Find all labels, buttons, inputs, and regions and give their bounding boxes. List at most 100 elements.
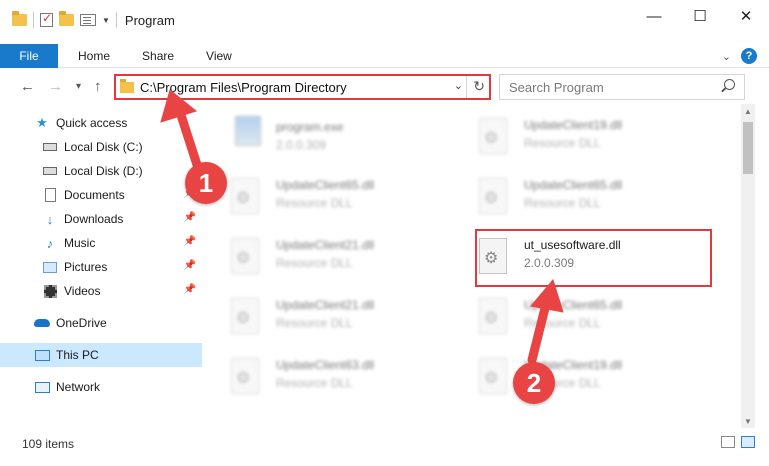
sidebar-item-this-pc[interactable]: This PC [0, 343, 202, 367]
folder-icon [120, 78, 134, 93]
file-item[interactable]: UpdateClient19.dll Resource DLL [453, 350, 693, 402]
videos-icon [42, 284, 58, 298]
tab-home[interactable]: Home [58, 49, 126, 63]
address-bar[interactable]: C:\Program Files\Program Directory ⌄ ↻ [114, 74, 491, 100]
navigation-pane: ★ Quick access Local Disk (C:) Local Dis… [0, 108, 204, 428]
pin-icon[interactable]: 📌 [184, 212, 196, 223]
help-icon[interactable]: ? [741, 48, 757, 64]
sidebar-item-label: Pictures [64, 260, 108, 274]
dll-file-icon [479, 358, 507, 394]
item-count: 109 items [22, 437, 75, 451]
file-name: UpdateClient65.dll [276, 178, 375, 192]
file-description: Resource DLL [276, 256, 353, 270]
pin-icon[interactable]: 📌 [184, 284, 196, 295]
pin-icon[interactable]: 📌 [184, 236, 196, 247]
file-description: Resource DLL [524, 136, 601, 150]
dll-file-icon [231, 298, 259, 334]
program-exe-icon [235, 116, 261, 146]
address-path[interactable]: C:\Program Files\Program Directory [140, 80, 347, 95]
dll-file-icon [231, 178, 259, 214]
file-name: program.exe [276, 120, 344, 134]
sidebar-item-label: Local Disk (D:) [64, 164, 143, 178]
tab-file[interactable]: File [0, 43, 58, 68]
sidebar-item-onedrive[interactable]: OneDrive [0, 311, 202, 335]
file-description: Resource DLL [524, 196, 601, 210]
sidebar-item-label: OneDrive [56, 316, 107, 330]
dll-file-icon [231, 358, 259, 394]
title-bar: ▼ Program — ☐ ✕ [0, 0, 769, 40]
search-input[interactable]: Search Program [499, 74, 745, 100]
file-item[interactable]: UpdateClient21.dll Resource DLL [205, 290, 445, 342]
scroll-down-icon[interactable]: ▼ [741, 414, 755, 428]
file-name: UpdateClient21.dll [276, 298, 375, 312]
file-name: UpdateClient19.dll [524, 118, 623, 132]
pin-icon[interactable]: 📌 [184, 260, 196, 271]
sidebar-item-label: Music [64, 236, 96, 250]
sidebar-item-local-disk-d[interactable]: Local Disk (D:) [0, 159, 202, 183]
close-button[interactable]: ✕ [723, 0, 769, 32]
file-item[interactable]: UpdateClient19.dll Resource DLL [453, 110, 693, 162]
file-item[interactable]: UpdateClient65.dll Resource DLL [453, 170, 693, 222]
sidebar-item-quick-access[interactable]: ★ Quick access [0, 111, 202, 135]
sidebar-item-local-disk-c[interactable]: Local Disk (C:) [0, 135, 202, 159]
refresh-icon[interactable]: ↻ [473, 78, 485, 95]
file-item[interactable]: UpdateClient21.dll Resource DLL [205, 230, 445, 282]
sidebar-item-label: Downloads [64, 212, 124, 226]
divider [466, 76, 467, 98]
sidebar-item-label: This PC [56, 348, 99, 362]
file-item[interactable]: program.exe 2.0.0.309 [205, 110, 445, 162]
details-view-icon[interactable] [721, 436, 735, 448]
divider [115, 12, 117, 28]
step-1-badge: 1 [185, 162, 227, 204]
dll-file-icon [479, 118, 507, 154]
documents-icon [42, 188, 58, 202]
onedrive-icon [34, 316, 50, 330]
dll-file-icon [231, 238, 259, 274]
sidebar-item-label: Local Disk (C:) [64, 140, 143, 154]
network-icon [34, 380, 50, 394]
sidebar-item-network[interactable]: Network [0, 375, 202, 399]
sidebar-item-music[interactable]: ♪ Music 📌 [0, 231, 202, 255]
drive-icon [42, 164, 58, 178]
file-item[interactable]: UpdateClient65.dll Resource DLL [205, 170, 445, 222]
tab-view[interactable]: View [190, 49, 248, 63]
sidebar-item-downloads[interactable]: ↓ Downloads 📌 [0, 207, 202, 231]
divider [33, 12, 34, 28]
quick-access-toolbar: ▼ [0, 11, 117, 28]
scroll-thumb[interactable] [743, 122, 753, 174]
forward-arrow-icon[interactable]: → [48, 78, 63, 95]
minimize-button[interactable]: — [631, 0, 677, 32]
address-dropdown-chevron-icon[interactable]: ⌄ [454, 79, 463, 92]
file-name: UpdateClient21.dll [276, 238, 375, 252]
scroll-up-icon[interactable]: ▲ [741, 104, 755, 118]
file-version: 2.0.0.309 [276, 138, 327, 152]
search-icon[interactable] [724, 79, 735, 90]
sidebar-item-documents[interactable]: Documents 📌 [0, 183, 202, 207]
file-item[interactable]: UpdateClient63.dll Resource DLL [205, 350, 445, 402]
back-arrow-icon[interactable]: ← [20, 78, 35, 95]
star-icon: ★ [36, 115, 48, 130]
sidebar-item-videos[interactable]: Videos 📌 [0, 279, 202, 303]
view-properties-icon[interactable] [80, 14, 96, 26]
properties-check-icon[interactable] [40, 11, 53, 27]
drive-icon [42, 140, 58, 154]
customize-toolbar-chevron-icon[interactable]: ▼ [102, 16, 110, 25]
sidebar-item-pictures[interactable]: Pictures 📌 [0, 255, 202, 279]
maximize-button[interactable]: ☐ [677, 0, 723, 32]
ribbon-tabs: File Home Share View ⌄ ? [0, 43, 769, 68]
vertical-scrollbar[interactable]: ▲ ▼ [741, 104, 755, 428]
downloads-icon: ↓ [46, 211, 54, 227]
recent-locations-chevron-icon[interactable]: ▾ [76, 81, 81, 92]
file-item[interactable]: UpdateClient65.dll Resource DLL [453, 290, 693, 342]
up-arrow-icon[interactable]: ↑ [94, 78, 102, 95]
tab-share[interactable]: Share [126, 49, 190, 63]
status-bar: 109 items [0, 432, 769, 456]
folder-icon [12, 11, 27, 26]
window-title: Program [124, 12, 175, 28]
file-description: Resource DLL [276, 316, 353, 330]
tiles-view-icon[interactable] [741, 436, 755, 448]
new-folder-icon[interactable] [59, 11, 74, 26]
sidebar-item-label: Quick access [56, 116, 128, 130]
file-name: UpdateClient65.dll [524, 178, 623, 192]
expand-ribbon-chevron-icon[interactable]: ⌄ [722, 50, 731, 63]
